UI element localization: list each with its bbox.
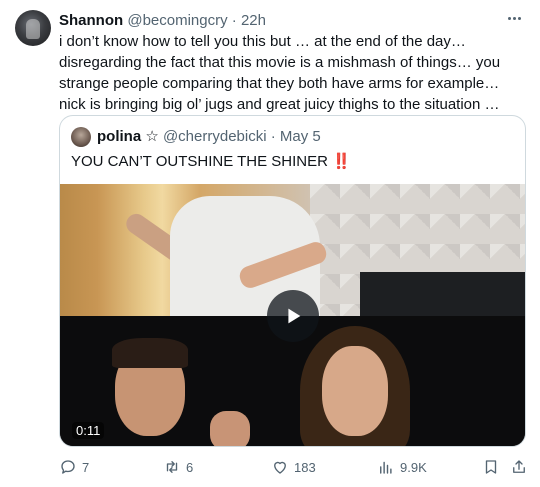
tweet-text: i don’t know how to tell you this but … … <box>59 33 501 113</box>
play-icon[interactable] <box>267 290 319 342</box>
more-horizontal-icon[interactable] <box>504 8 524 28</box>
view-count: 9.9K <box>400 459 427 475</box>
author-name[interactable]: Shannon <box>59 12 123 29</box>
quote-text: YOU CAN’T OUTSHINE THE SHINER ‼️ <box>71 152 351 172</box>
analytics-icon <box>380 461 392 474</box>
tweet[interactable]: Shannon @becomingcry · 22h i don’t know … <box>0 0 540 487</box>
bookmark-button[interactable] <box>482 457 500 477</box>
quote-header: polina ☆ @cherrydebicki · May 5 <box>97 127 321 147</box>
quoted-tweet[interactable]: polina ☆ @cherrydebicki · May 5 YOU CAN’… <box>59 115 526 447</box>
quote-text-body: YOU CAN’T OUTSHINE THE SHINER <box>71 153 328 170</box>
share-button[interactable] <box>510 457 528 477</box>
share-icon <box>513 460 525 473</box>
like-count: 183 <box>294 459 316 475</box>
video-duration: 0:11 <box>72 422 105 439</box>
bookmark-icon <box>485 460 497 474</box>
author-handle[interactable]: @becomingcry <box>127 12 227 29</box>
double-exclamation-emoji: ‼️ <box>332 153 351 170</box>
reply-icon <box>61 460 75 474</box>
reply-count: 7 <box>82 459 90 475</box>
author-avatar[interactable] <box>15 10 51 46</box>
retweet-icon <box>166 461 178 473</box>
quote-separator-dot: · <box>270 128 276 145</box>
reply-button[interactable]: 7 <box>59 457 89 477</box>
retweet-button[interactable]: 6 <box>163 457 193 477</box>
tweet-time[interactable]: 22h <box>241 12 266 29</box>
separator-dot: · <box>231 12 237 29</box>
like-button[interactable]: 183 <box>271 457 316 477</box>
heart-icon <box>274 461 286 474</box>
quote-author-name[interactable]: polina ☆ <box>97 128 159 145</box>
tweet-header: Shannon @becomingcry · 22h <box>59 11 266 31</box>
quote-author-handle[interactable]: @cherrydebicki <box>163 128 267 145</box>
quote-author-avatar[interactable] <box>71 127 91 147</box>
tweet-actions: 7 6 183 9.9K <box>0 457 540 479</box>
retweet-count: 6 <box>186 459 194 475</box>
quote-time[interactable]: May 5 <box>280 128 321 145</box>
views-button[interactable]: 9.9K <box>377 457 427 477</box>
video-player[interactable]: 0:11 <box>60 184 525 446</box>
